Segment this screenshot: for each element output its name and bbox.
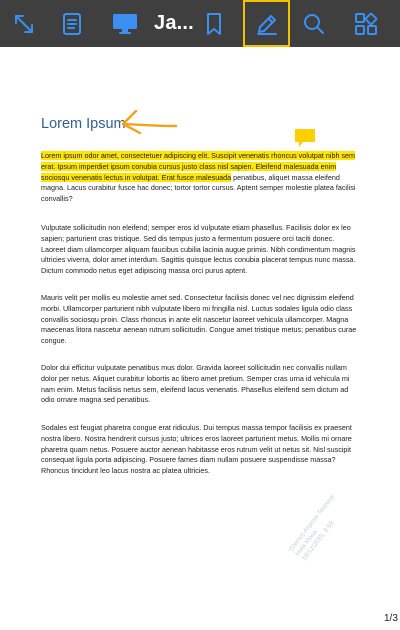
expand-icon [15, 14, 33, 33]
monitor-icon [113, 13, 137, 34]
expand-button[interactable] [2, 0, 46, 47]
bookmark-icon [207, 12, 221, 35]
pen-icon [256, 14, 277, 35]
paragraph-1: Lorem ipsum odor amet, consectetuer adip… [41, 151, 359, 205]
paragraph-5: Sodales est feugiat pharetra congue erat… [41, 423, 352, 476]
sticky-note-icon[interactable] [294, 128, 316, 148]
paragraph-2: Vulputate sollicitudin non eleifend; sem… [41, 223, 356, 276]
document-button[interactable] [50, 0, 94, 47]
paragraph-3: Mauris velit per mollis eu molestie amet… [41, 293, 357, 346]
bookmark-button[interactable] [192, 0, 236, 47]
apps-icon [355, 12, 378, 35]
annotate-pen-button[interactable] [243, 0, 290, 47]
document-heading: Lorem Ipsum [41, 116, 126, 132]
top-toolbar: Ja... [0, 0, 400, 47]
paragraph-4: Dolor dui efficitur vulputate penatibus … [41, 363, 350, 405]
page-counter: 1/3 [384, 613, 398, 624]
monitor-button[interactable] [103, 0, 147, 47]
document-icon [63, 12, 81, 35]
document-title: Ja... [154, 12, 194, 34]
annotation-arrow[interactable] [118, 104, 180, 138]
apps-button[interactable] [344, 0, 388, 47]
search-button[interactable] [292, 0, 336, 47]
search-icon [304, 13, 324, 34]
